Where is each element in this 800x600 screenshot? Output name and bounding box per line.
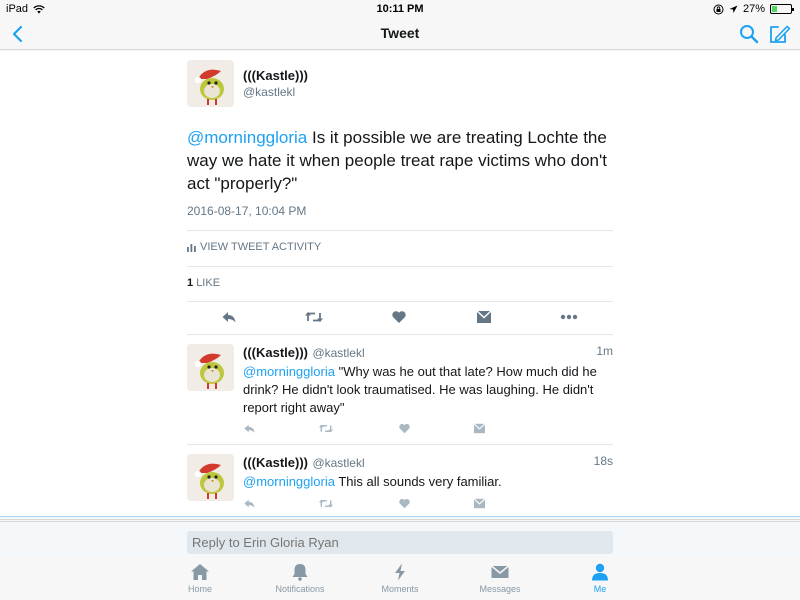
person-icon [592,563,608,581]
likes-count-link[interactable]: 1 LIKE [187,277,613,289]
direct-message-icon[interactable] [473,423,486,434]
page-title: Tweet [380,25,420,41]
tab-me[interactable]: Me [560,563,640,594]
tab-me-label: Me [593,584,607,594]
lightning-icon [395,563,405,581]
like-heart-icon[interactable] [391,310,407,324]
reply-author-handle[interactable]: @kastlekl [312,346,364,360]
retweet-icon[interactable] [318,423,334,434]
more-options-icon[interactable] [560,314,578,320]
search-icon[interactable] [738,23,760,45]
retweet-icon[interactable] [304,310,324,324]
view-tweet-activity-label: VIEW TWEET ACTIVITY [200,241,322,253]
tab-home[interactable]: Home [160,563,240,594]
divider [187,266,613,267]
like-heart-icon[interactable] [398,423,411,434]
reply-avatar[interactable] [187,454,234,501]
likes-count: 1 [187,277,194,289]
divider [0,516,800,517]
status-time: 10:11 PM [376,3,424,15]
reply-body: This all sounds very familiar. [334,474,502,489]
reply-input[interactable] [187,531,613,554]
direct-message-icon[interactable] [473,498,486,509]
reply-composer [0,521,800,557]
nav-bar: Tweet [0,18,800,50]
tweet-text: @morninggloria Is it possible we are tre… [187,126,613,195]
status-bar: iPad 10:11 PM 27% [0,0,800,18]
reply-text: @morninggloria "Why was he out that late… [243,363,613,417]
home-icon [191,564,209,580]
divider [0,519,800,520]
reply-author-name[interactable]: (((Kastle))) [243,455,308,470]
tab-moments[interactable]: Moments [360,563,440,594]
tab-messages[interactable]: Messages [460,563,540,594]
envelope-icon [491,565,509,578]
bird-avatar-image [187,454,234,501]
orientation-lock-icon [713,4,724,14]
view-tweet-activity-link[interactable]: VIEW TWEET ACTIVITY [187,241,613,253]
author-handle[interactable]: @kastlekl [243,85,295,99]
tab-notifications[interactable]: Notifications [260,563,340,594]
reply-author-handle[interactable]: @kastlekl [312,456,364,470]
tweet-timestamp: 2016-08-17, 10:04 PM [187,204,307,218]
tweet-mention-link[interactable]: @morninggloria [187,128,307,147]
tab-home-label: Home [187,584,212,594]
tweet-detail: (((Kastle))) @kastlekl @morninggloria Is… [0,51,800,516]
bird-avatar-image [187,60,234,107]
reply-mention-link[interactable]: @morninggloria [243,474,335,489]
reply-text: @morninggloria This all sounds very fami… [243,473,613,491]
tab-notifications-label: Notifications [275,584,325,594]
likes-label: LIKE [196,277,221,289]
tab-moments-label: Moments [381,584,419,594]
reply-author-name[interactable]: (((Kastle))) [243,345,308,360]
author-avatar[interactable] [187,60,234,107]
reply-icon[interactable] [243,498,256,509]
location-arrow-icon [729,5,738,13]
divider [187,301,613,302]
bird-avatar-image [187,344,234,391]
compose-tweet-icon[interactable] [768,23,792,45]
battery-percent: 27% [742,3,765,15]
tab-bar: Home Notifications Moments Messages Me [0,557,800,600]
bell-icon [292,564,308,581]
reply-icon[interactable] [221,310,237,324]
tab-messages-label: Messages [479,584,521,594]
retweet-icon[interactable] [318,498,334,509]
reply-mention-link[interactable]: @morninggloria [243,364,335,379]
like-heart-icon[interactable] [398,498,411,509]
bar-chart-icon [187,243,196,252]
reply-time: 18s [593,454,613,468]
reply-avatar[interactable] [187,344,234,391]
reply-icon[interactable] [243,423,256,434]
battery-icon [770,4,794,14]
author-name[interactable]: (((Kastle))) [243,68,308,83]
direct-message-icon[interactable] [476,310,492,324]
divider [187,230,613,231]
reply-time: 1m [596,344,613,358]
